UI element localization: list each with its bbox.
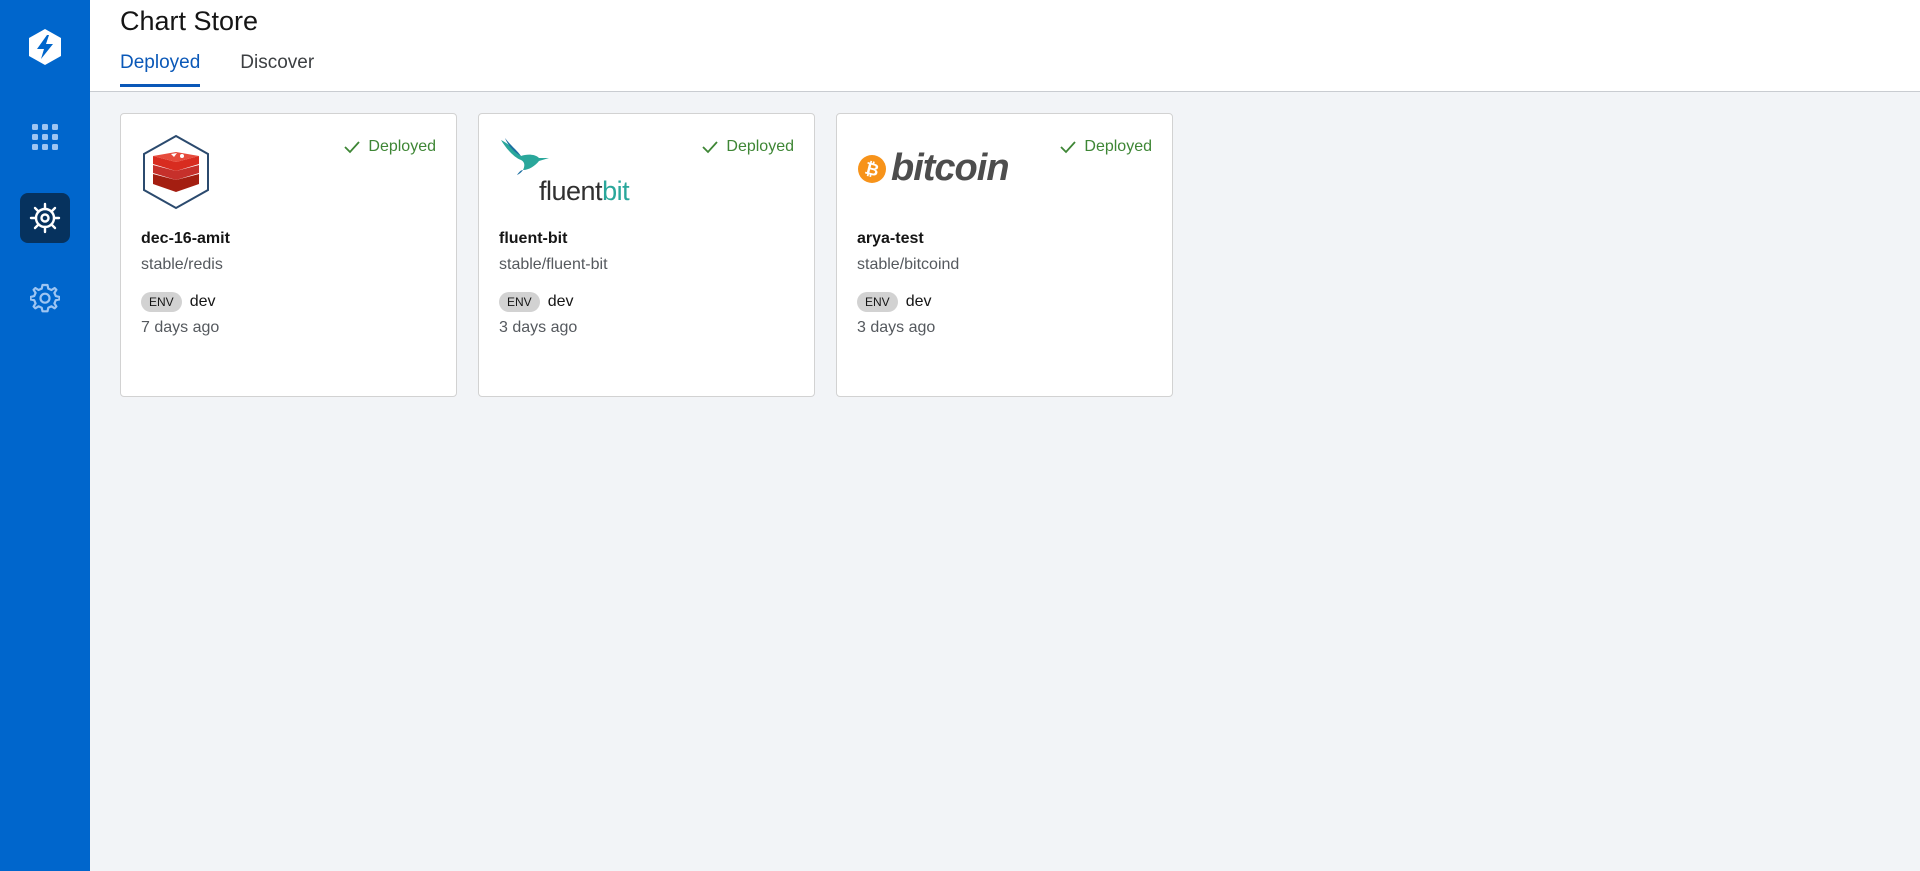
sidebar-item-global-configurations[interactable] — [20, 273, 70, 323]
status-label: Deployed — [726, 138, 794, 155]
deployed-age: 3 days ago — [499, 319, 578, 336]
gear-icon — [30, 283, 60, 313]
environment-name: dev — [189, 293, 216, 310]
check-icon — [1060, 141, 1077, 154]
sidebar-item-applications[interactable] — [20, 112, 70, 162]
page-header: Chart Store Deployed Discover — [90, 0, 1920, 92]
bitcoin-logo: ₿ bitcoin — [857, 134, 1017, 189]
chart-name: stable/bitcoind — [857, 256, 960, 273]
tab-deployed[interactable]: Deployed — [120, 52, 201, 87]
helm-wheel-icon — [29, 202, 61, 234]
sidebar — [0, 0, 90, 871]
status-label: Deployed — [368, 138, 436, 155]
chart-name: stable/fluent-bit — [499, 256, 608, 273]
release-name: dec-16-amit — [141, 230, 230, 247]
deployed-chart-card-fluent-bit[interactable]: fluentbit Deployed fluent-bit stable/flu… — [478, 113, 815, 397]
tab-discover[interactable]: Discover — [240, 52, 314, 86]
env-badge: ENV — [499, 292, 540, 312]
deployed-age: 3 days ago — [857, 319, 936, 336]
fluentbit-logo: fluentbit — [499, 134, 644, 206]
env-badge: ENV — [857, 292, 898, 312]
release-name: arya-test — [857, 230, 924, 247]
check-icon — [344, 141, 361, 154]
bitcoin-wordmark: bitcoin — [891, 147, 1010, 189]
environment-row: ENV dev — [499, 292, 573, 312]
status-badge: Deployed — [1060, 138, 1152, 156]
tab-bar: Deployed Discover — [120, 52, 354, 87]
page-title: Chart Store — [120, 6, 259, 36]
env-badge: ENV — [141, 292, 182, 312]
redis-icon — [141, 134, 211, 215]
chart-name: stable/redis — [141, 256, 223, 273]
sidebar-item-chart-store[interactable] — [20, 193, 70, 243]
environment-row: ENV dev — [141, 292, 215, 312]
status-label: Deployed — [1084, 138, 1152, 155]
environment-row: ENV dev — [857, 292, 931, 312]
deployed-chart-card-arya-test[interactable]: ₿ bitcoin Deployed arya-test stable/bitc… — [836, 113, 1173, 397]
status-badge: Deployed — [702, 138, 794, 156]
bitcoin-coin-icon: ₿ — [858, 155, 886, 183]
release-name: fluent-bit — [499, 230, 568, 247]
deployed-chart-card-dec-16-amit[interactable]: Deployed dec-16-amit stable/redis ENV de… — [120, 113, 457, 397]
devtron-logo-icon[interactable] — [25, 27, 65, 67]
deployed-age: 7 days ago — [141, 319, 220, 336]
environment-name: dev — [905, 293, 932, 310]
grid-icon — [32, 124, 58, 150]
environment-name: dev — [547, 293, 574, 310]
check-icon — [702, 141, 719, 154]
fluentbit-wordmark: fluentbit — [539, 176, 630, 206]
status-badge: Deployed — [344, 138, 436, 156]
hummingbird-icon — [501, 138, 549, 175]
